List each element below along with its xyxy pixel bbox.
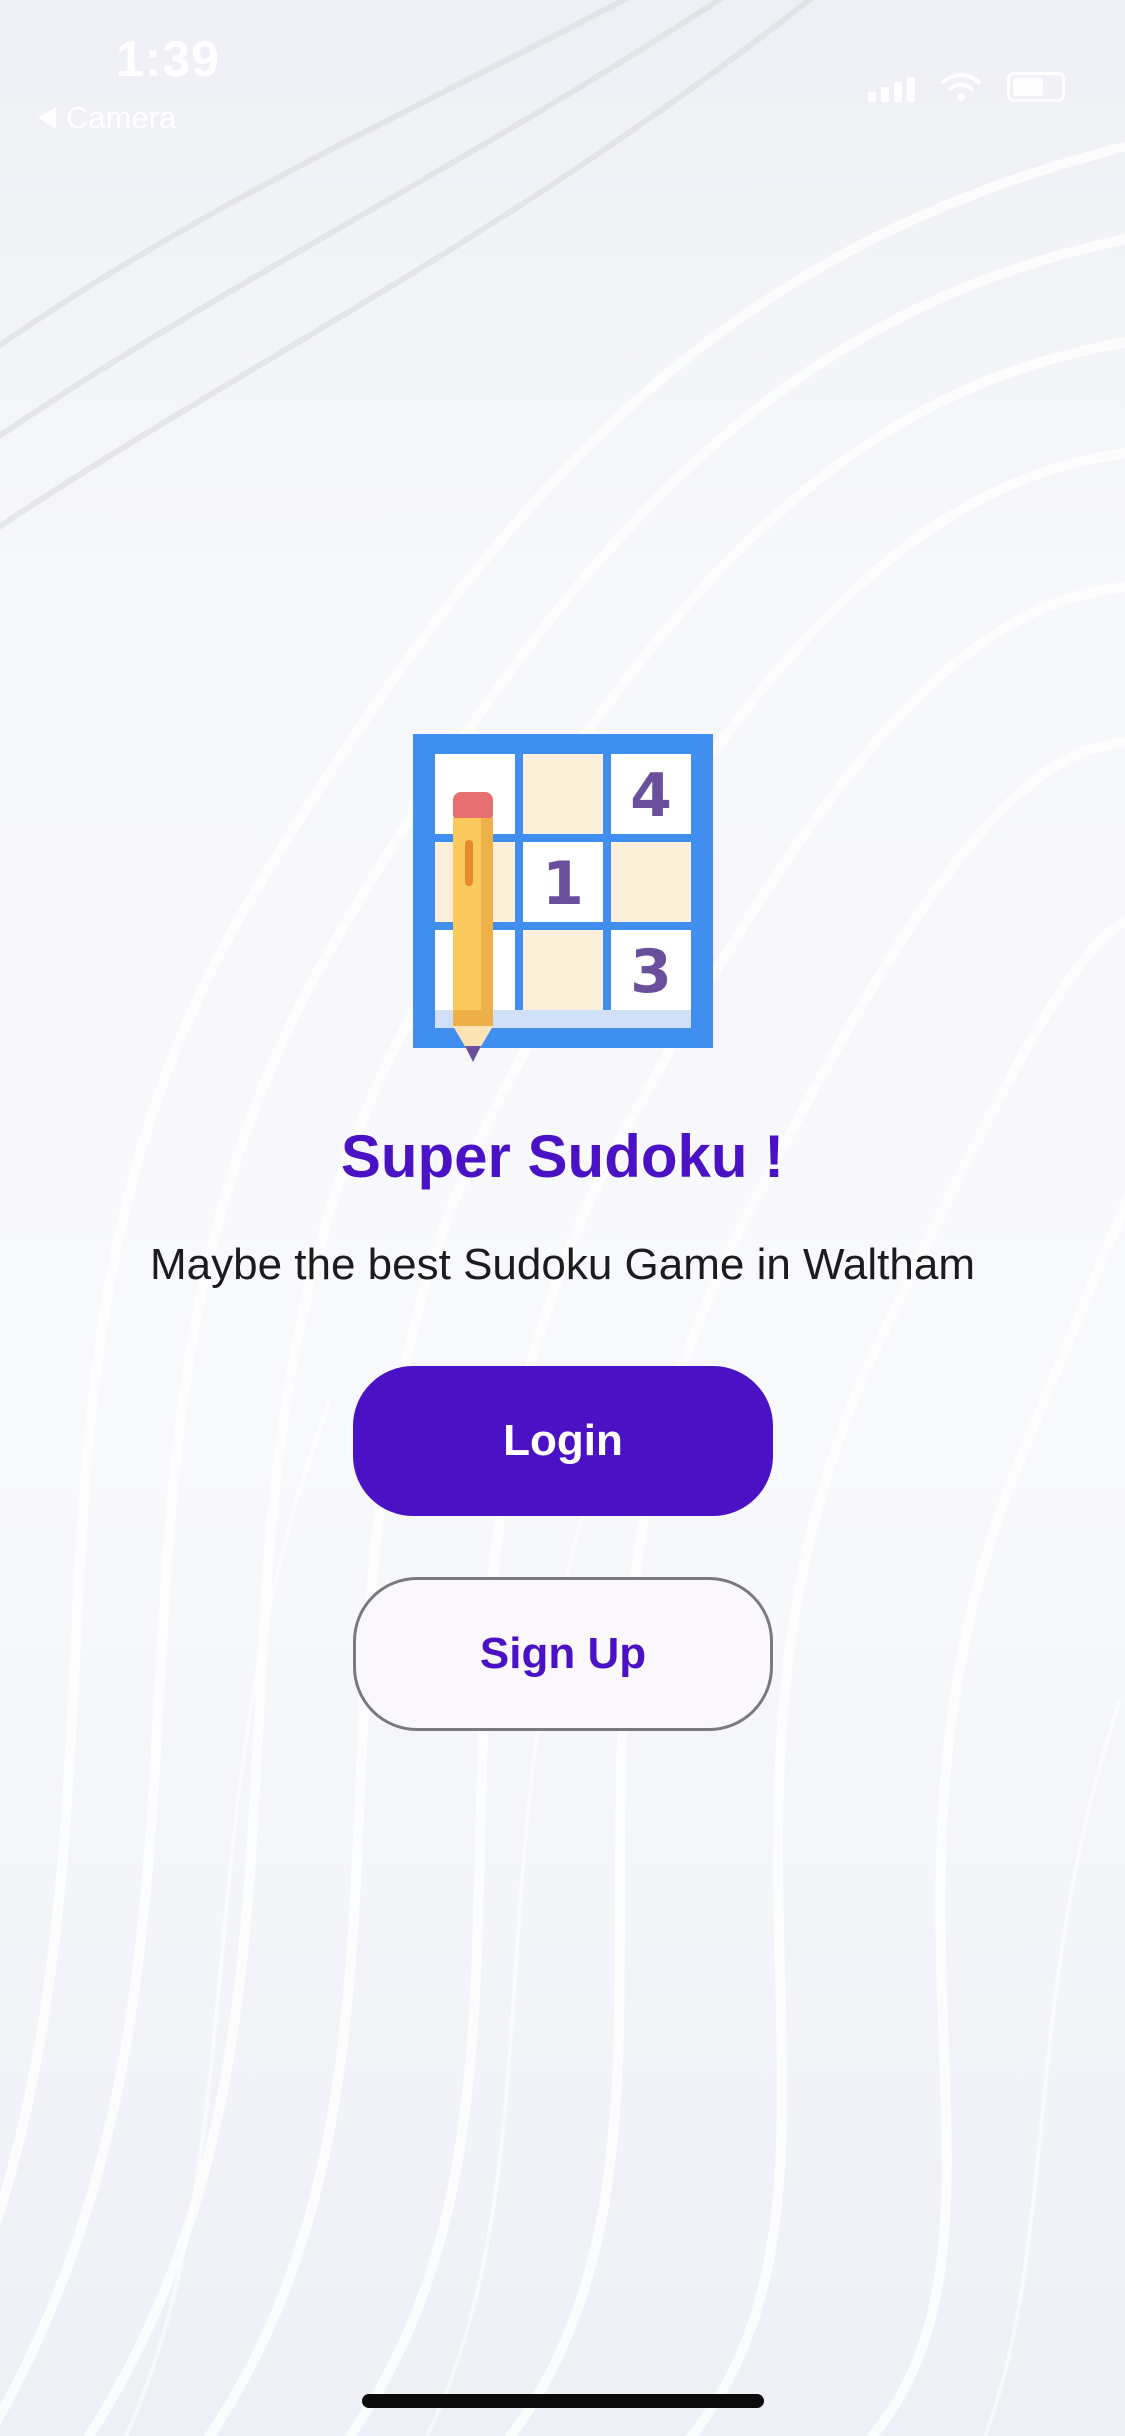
status-bar: 1:39 Camera (0, 0, 1125, 150)
cellular-signal-icon (868, 77, 915, 102)
logo-digit-1: 1 (542, 849, 584, 919)
back-arrow-icon (38, 107, 56, 129)
back-to-camera-link[interactable]: Camera (38, 100, 176, 136)
pencil-icon (453, 792, 493, 1062)
sudoku-logo: 4 1 3 (413, 734, 713, 1062)
app-tagline: Maybe the best Sudoku Game in Waltham (150, 1240, 975, 1289)
logo-digit-4: 4 (630, 761, 672, 831)
logo-digit-3: 3 (630, 937, 672, 1007)
home-indicator[interactable] (362, 2394, 764, 2408)
sign-up-button[interactable]: Sign Up (353, 1577, 773, 1731)
background-waves (0, 0, 1125, 2436)
battery-icon (1007, 72, 1065, 102)
status-time: 1:39 (116, 31, 221, 87)
login-button[interactable]: Login (353, 1366, 773, 1516)
wifi-icon (941, 73, 981, 101)
status-icons (868, 72, 1065, 102)
app-title: Super Sudoku ! (340, 1123, 785, 1190)
login-screen: 1:39 Camera 4 1 3 Super Sudoku ! Maybe t… (0, 0, 1125, 2436)
back-app-label: Camera (66, 100, 177, 135)
